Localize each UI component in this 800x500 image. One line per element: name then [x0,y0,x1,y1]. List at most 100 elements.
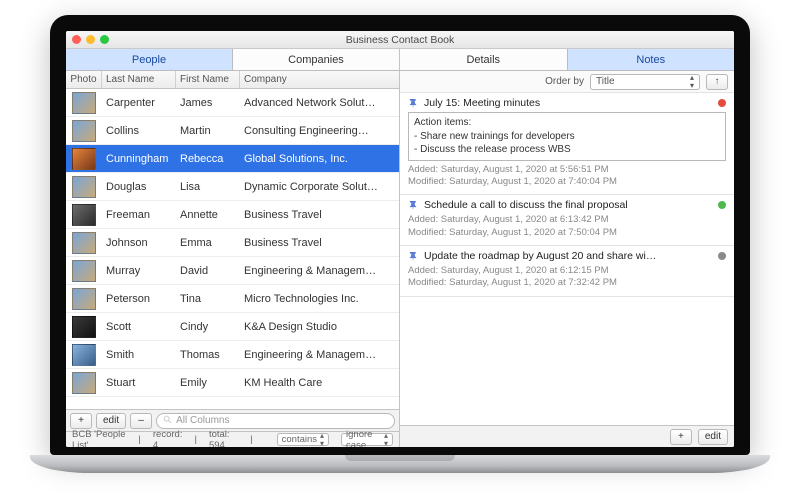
cell-first-name: Annette [176,209,240,221]
table-row[interactable]: JohnsonEmmaBusiness Travel [66,229,399,257]
note-added: Added: Saturday, August 1, 2020 at 6:13:… [408,214,726,226]
cell-first-name: Emma [176,237,240,249]
left-tabs: People Companies [66,49,399,71]
right-panel: Details Notes Order by Title ▴▾ ↑ July 1… [400,49,734,447]
edit-note-button[interactable]: edit [698,429,728,445]
status-divider: | [194,434,196,445]
cell-first-name: Thomas [176,349,240,361]
tab-notes[interactable]: Notes [568,49,735,70]
contact-photo [66,313,102,340]
contact-photo [66,117,102,144]
table-row[interactable]: MurrayDavidEngineering & Managem… [66,257,399,285]
people-list[interactable]: CarpenterJamesAdvanced Network Solut…Col… [66,89,399,409]
table-row[interactable]: CollinsMartinConsulting Engineering… [66,117,399,145]
contact-photo [66,369,102,396]
table-row[interactable]: CunninghamRebeccaGlobal Solutions, Inc. [66,145,399,173]
cell-last-name: Cunningham [102,153,176,165]
search-input[interactable]: All Columns [156,413,395,429]
cell-first-name: Emily [176,377,240,389]
note-added: Added: Saturday, August 1, 2020 at 5:56:… [408,164,726,176]
note-modified: Modified: Saturday, August 1, 2020 at 7:… [408,176,726,188]
table-row[interactable]: StuartEmilyKM Health Care [66,369,399,397]
table-row[interactable]: SmithThomasEngineering & Managem… [66,341,399,369]
cell-last-name: Collins [102,125,176,137]
cell-last-name: Carpenter [102,97,176,109]
cell-company: Engineering & Managem… [240,265,399,277]
contact-photo [66,341,102,368]
cell-company: Consulting Engineering… [240,125,399,137]
chevron-updown-icon: ▴▾ [690,74,694,90]
notes-list: July 15: Meeting minutes Action items: - … [400,93,734,425]
cell-company: Micro Technologies Inc. [240,293,399,305]
note-body[interactable]: Action items: - Share new trainings for … [408,112,726,161]
note-title: Schedule a call to discuss the final pro… [424,199,712,211]
note-title: Update the roadmap by August 20 and shar… [424,250,712,262]
titlebar: Business Contact Book [66,31,734,49]
note-item[interactable]: Schedule a call to discuss the final pro… [400,195,734,246]
pin-icon [408,251,418,261]
cell-company: Business Travel [240,237,399,249]
note-modified: Modified: Saturday, August 1, 2020 at 7:… [408,277,726,289]
pin-icon [408,200,418,210]
cell-company: Global Solutions, Inc. [240,153,399,165]
search-icon [163,415,172,427]
table-row[interactable]: FreemanAnnetteBusiness Travel [66,201,399,229]
cell-company: Advanced Network Solut… [240,97,399,109]
header-company[interactable]: Company [240,71,399,88]
cell-last-name: Douglas [102,181,176,193]
add-button[interactable]: + [70,413,92,429]
header-last-name[interactable]: Last Name [102,71,176,88]
left-panel: People Companies Photo Last Name First N… [66,49,400,447]
table-row[interactable]: PetersonTinaMicro Technologies Inc. [66,285,399,313]
status-dot [718,252,726,260]
cell-company: Dynamic Corporate Solut… [240,181,399,193]
filter-ignore-case[interactable]: ignore case ▴▾ [341,433,393,446]
remove-button[interactable]: – [130,413,152,429]
cell-last-name: Smith [102,349,176,361]
contact-photo [66,145,102,172]
cell-first-name: James [176,97,240,109]
status-record: record: 4 [153,429,183,448]
note-item[interactable]: July 15: Meeting minutes Action items: - … [400,93,734,195]
contact-photo [66,201,102,228]
table-row[interactable]: CarpenterJamesAdvanced Network Solut… [66,89,399,117]
laptop-base [30,455,770,473]
header-first-name[interactable]: First Name [176,71,240,88]
cell-first-name: David [176,265,240,277]
edit-button[interactable]: edit [96,413,126,429]
content: People Companies Photo Last Name First N… [66,49,734,447]
header-photo[interactable]: Photo [66,71,102,88]
contact-photo [66,173,102,200]
cell-first-name: Rebecca [176,153,240,165]
table-row[interactable]: ScottCindyK&A Design Studio [66,313,399,341]
screen-bezel: Business Contact Book People Companies P… [50,15,750,455]
order-by-select[interactable]: Title ▴▾ [590,74,700,90]
cell-company: Engineering & Managem… [240,349,399,361]
contact-photo [66,257,102,284]
add-note-button[interactable]: + [670,429,692,445]
cell-company: KM Health Care [240,377,399,389]
tab-details[interactable]: Details [400,49,568,70]
search-placeholder: All Columns [176,415,229,426]
contact-photo [66,89,102,116]
cell-first-name: Lisa [176,181,240,193]
cell-last-name: Stuart [102,377,176,389]
cell-last-name: Peterson [102,293,176,305]
tab-people[interactable]: People [66,49,233,70]
note-title: July 15: Meeting minutes [424,97,712,109]
filter-contains[interactable]: contains ▴▾ [277,433,329,446]
cell-first-name: Tina [176,293,240,305]
status-divider: | [138,434,140,445]
table-row[interactable]: DouglasLisaDynamic Corporate Solut… [66,173,399,201]
status-list-name: BCB 'People List' [72,429,126,448]
tab-companies[interactable]: Companies [233,49,399,70]
note-item[interactable]: Update the roadmap by August 20 and shar… [400,246,734,297]
note-modified: Modified: Saturday, August 1, 2020 at 7:… [408,227,726,239]
sort-direction-button[interactable]: ↑ [706,74,728,90]
cell-company: Business Travel [240,209,399,221]
chevron-updown-icon: ▴▾ [384,432,388,448]
order-by-label: Order by [545,76,584,87]
contact-photo [66,285,102,312]
status-bar: BCB 'People List' | record: 4 | total: 5… [66,431,399,447]
status-divider: | [250,434,252,445]
